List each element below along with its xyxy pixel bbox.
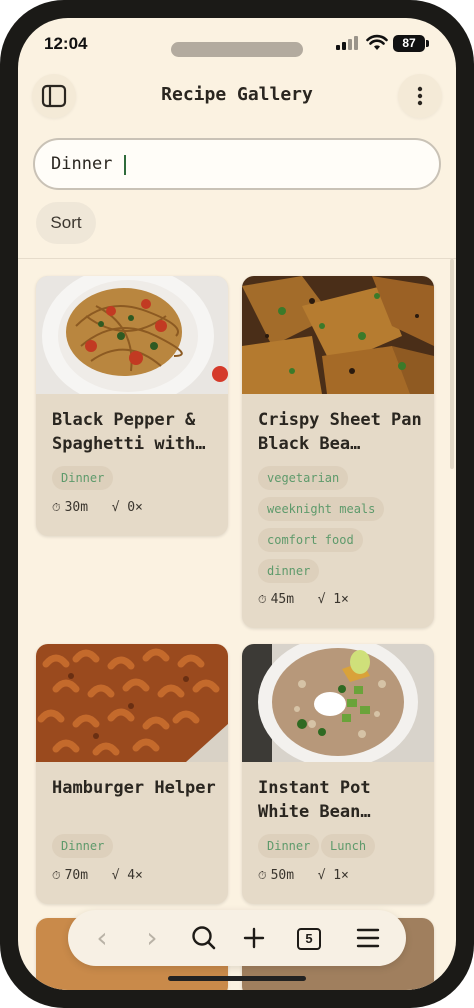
app-bar: Recipe Gallery — [18, 70, 456, 122]
tabs-icon: 5 — [297, 928, 321, 950]
cooked-count: 1× — [333, 592, 349, 607]
check-icon: √ — [111, 500, 120, 515]
recipe-image-bean-soup — [242, 644, 434, 762]
timer-icon: ⏱ — [52, 501, 61, 514]
status-bar: 12:04 87 — [18, 18, 456, 70]
battery-tip — [426, 40, 429, 47]
app-screen: 12:04 87 Recipe Gallery Sort — [18, 18, 456, 990]
battery-level: 87 — [393, 35, 425, 52]
chevron-right-icon[interactable]: › — [130, 916, 174, 960]
timer-icon: ⏱ — [258, 869, 267, 882]
tag-chip[interactable]: comfort food — [258, 528, 363, 552]
recipe-meta: ⏱ 50m √ 1× — [258, 868, 349, 883]
cooked-count: 1× — [333, 868, 349, 883]
cook-time: 70m — [64, 868, 89, 883]
cook-time: 45m — [270, 592, 295, 607]
more-options-button[interactable] — [398, 74, 442, 118]
tag-chip[interactable]: Dinner — [52, 466, 114, 490]
browser-toolbar: ‹ › 5 — [68, 910, 406, 966]
more-vertical-icon — [417, 86, 423, 106]
tag-chip[interactable]: weeknight meals — [258, 497, 385, 521]
tag-chip[interactable]: Lunch — [321, 834, 376, 858]
timer-icon: ⏱ — [52, 869, 61, 882]
recipe-meta: ⏱ 45m √ 1× — [258, 592, 349, 607]
search-input[interactable] — [51, 140, 421, 188]
tag-chip[interactable]: Dinner — [52, 834, 114, 858]
search-icon[interactable] — [182, 916, 226, 960]
recipe-meta: ⏱ 70m √ 4× — [52, 868, 143, 883]
phone-frame: 12:04 87 Recipe Gallery Sort — [0, 0, 474, 1008]
recipe-image-quesadilla — [242, 276, 434, 394]
cooked-count: 0× — [127, 500, 143, 515]
recipe-title: Hamburger Helper — [52, 778, 216, 798]
check-icon: √ — [111, 868, 120, 883]
recipe-card[interactable]: Crispy Sheet Pan Black Bea… vegetarian w… — [242, 276, 434, 628]
chevron-left-icon[interactable]: ‹ — [80, 916, 124, 960]
recipe-meta: ⏱ 30m √ 0× — [52, 500, 143, 515]
text-caret — [124, 155, 126, 175]
status-time: 12:04 — [44, 34, 88, 53]
page-title: Recipe Gallery — [161, 84, 313, 105]
recipe-image-spaghetti — [36, 276, 228, 394]
recipe-card[interactable]: Instant Pot White Bean… Dinner Lunch ⏱ 50… — [242, 644, 434, 904]
recipe-image-macaroni — [36, 644, 228, 762]
recipe-title: Crispy Sheet Pan Black Bea… — [258, 410, 422, 454]
sort-button[interactable]: Sort — [36, 202, 96, 244]
signal-icon — [336, 36, 362, 50]
scrollbar[interactable] — [450, 259, 454, 469]
recipe-title: Black Pepper & Spaghetti with… — [52, 410, 206, 454]
check-icon: √ — [317, 592, 326, 607]
tag-chip[interactable]: vegetarian — [258, 466, 349, 490]
header-divider — [18, 258, 456, 259]
timer-icon: ⏱ — [258, 593, 267, 606]
recipe-card[interactable]: Hamburger Helper Dinner ⏱ 70m √ 4× — [36, 644, 228, 904]
dynamic-island — [171, 42, 303, 57]
search-field[interactable] — [33, 138, 441, 190]
check-icon: √ — [317, 868, 326, 883]
cooked-count: 4× — [127, 868, 143, 883]
tag-chip[interactable]: Dinner — [258, 834, 320, 858]
tabs-button[interactable]: 5 — [286, 916, 330, 960]
cook-time: 30m — [64, 500, 89, 515]
recipe-card[interactable]: Black Pepper & Spaghetti with… Dinner ⏱ 3… — [36, 276, 228, 536]
plus-icon[interactable] — [232, 916, 276, 960]
recipe-title: Instant Pot White Bean… — [258, 778, 371, 822]
wifi-icon — [366, 34, 388, 52]
home-indicator — [168, 976, 306, 981]
tag-chip[interactable]: dinner — [258, 559, 320, 583]
cook-time: 50m — [270, 868, 295, 883]
hamburger-menu-icon[interactable] — [346, 916, 390, 960]
